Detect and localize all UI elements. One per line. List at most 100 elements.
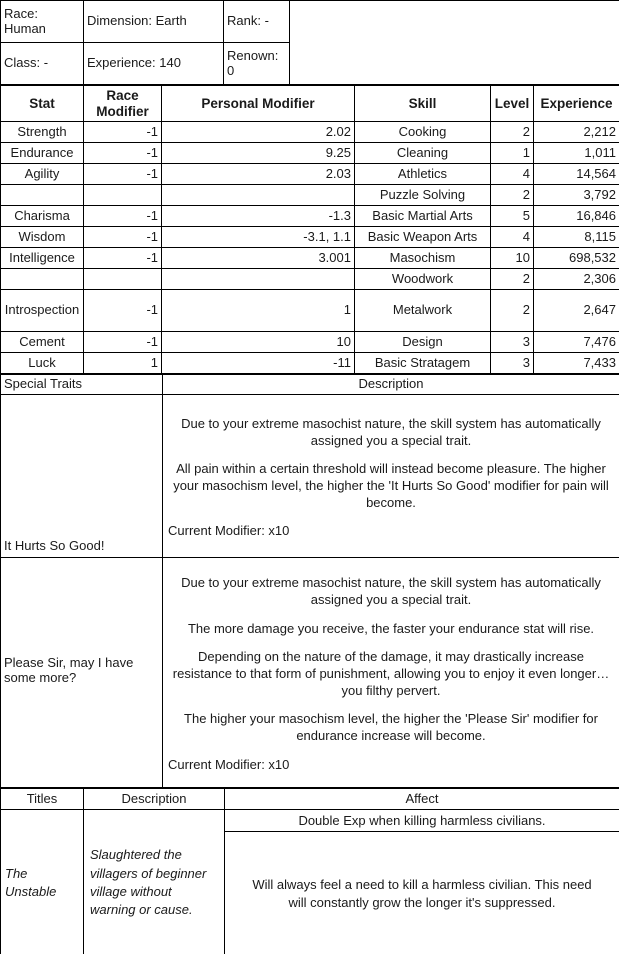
skill-experience-cell: 16,846 (533, 205, 619, 227)
skill-level-cell: 3 (490, 331, 534, 353)
race-modifier-cell (83, 184, 162, 206)
race-modifier-cell: -1 (83, 205, 162, 227)
header-race-modifier: Race Modifier (83, 85, 162, 122)
special-trait-row: It Hurts So Good! Due to your extreme ma… (0, 394, 619, 558)
title-description: Slaughtered the villagers of beginner vi… (83, 809, 225, 954)
stats-table-row: Agility -1 2.03 Athletics 4 14,564 (0, 163, 619, 185)
special-trait-description: Due to your extreme masochist nature, th… (162, 557, 619, 788)
personal-modifier-cell: 2.02 (161, 121, 355, 143)
header-titles-affect: Affect (224, 788, 619, 810)
experience-cell: Experience: 140 (83, 42, 224, 85)
stats-table-row: Cement -1 10 Design 3 7,476 (0, 331, 619, 353)
personal-modifier-cell: -1.3 (161, 205, 355, 227)
info-empty-cell (289, 0, 619, 85)
stats-table-row: Endurance -1 9.25 Cleaning 1 1,011 (0, 142, 619, 164)
titles-table: Titles Description Affect The Unstable S… (0, 788, 619, 954)
title-name: The Unstable (0, 809, 84, 954)
race-modifier-cell: -1 (83, 121, 162, 143)
trait-paragraph: The higher your masochism level, the hig… (184, 711, 598, 744)
trait-current-modifier: Current Modifier: x10 (168, 523, 290, 539)
skill-level-cell: 4 (490, 226, 534, 248)
skill-experience-cell: 7,476 (533, 331, 619, 353)
title-row: The Unstable Slaughtered the villagers o… (0, 809, 619, 954)
personal-modifier-cell: -3.1, 1.1 (161, 226, 355, 248)
skill-experience-cell: 3,792 (533, 184, 619, 206)
stats-table-body: Strength -1 2.02 Cooking 2 2,212 Endurance -1 9.… (0, 121, 619, 374)
stat-name-cell: Cement (0, 331, 84, 353)
special-traits-table: Special Traits Description It Hurts So G… (0, 374, 619, 788)
character-info-table: Race: Human Dimension: Earth Rank: - Cla… (0, 0, 619, 85)
race-modifier-cell (83, 268, 162, 290)
skill-name-cell: Puzzle Solving (354, 184, 491, 206)
stat-name-cell: Introspection (0, 289, 84, 332)
skill-name-cell: Design (354, 331, 491, 353)
header-titles-description: Description (83, 788, 225, 810)
special-trait-name: It Hurts So Good! (0, 394, 163, 558)
stats-table-row: Luck 1 -11 Basic Stratagem 3 7,433 (0, 352, 619, 374)
title-affect-secondary: Will always feel a need to kill a harmle… (224, 831, 619, 954)
stat-name-cell: Strength (0, 121, 84, 143)
race-modifier-cell: 1 (83, 352, 162, 374)
personal-modifier-cell: 10 (161, 331, 355, 353)
header-skill: Skill (354, 85, 491, 122)
skill-name-cell: Masochism (354, 247, 491, 269)
skill-experience-cell: 1,011 (533, 142, 619, 164)
skill-level-cell: 1 (490, 142, 534, 164)
stats-table-row: Charisma -1 -1.3 Basic Martial Arts 5 16,846 (0, 205, 619, 227)
header-titles: Titles (0, 788, 84, 810)
stats-header-row: Stat Race Modifier Personal Modifier Ski… (0, 85, 619, 122)
skill-name-cell: Basic Stratagem (354, 352, 491, 374)
stats-table-row: Strength -1 2.02 Cooking 2 2,212 (0, 121, 619, 143)
special-trait-description: Due to your extreme masochist nature, th… (162, 394, 619, 558)
stat-name-cell: Charisma (0, 205, 84, 227)
skill-experience-cell: 2,306 (533, 268, 619, 290)
race-modifier-cell: -1 (83, 142, 162, 164)
skill-name-cell: Cooking (354, 121, 491, 143)
stats-skills-table: Stat Race Modifier Personal Modifier Ski… (0, 85, 619, 374)
special-trait-name: Please Sir, may I have some more? (0, 557, 163, 788)
race-modifier-cell: -1 (83, 163, 162, 185)
skill-level-cell: 2 (490, 268, 534, 290)
stat-name-cell (0, 268, 84, 290)
dimension-cell: Dimension: Earth (83, 0, 224, 43)
race-modifier-cell: -1 (83, 226, 162, 248)
skill-experience-cell: 698,532 (533, 247, 619, 269)
title-affect-primary: Double Exp when killing harmless civilia… (224, 809, 619, 832)
skill-level-cell: 3 (490, 352, 534, 374)
trait-paragraph: Depending on the nature of the damage, i… (172, 648, 610, 699)
race-modifier-cell: -1 (83, 331, 162, 353)
rank-cell: Rank: - (223, 0, 290, 43)
stats-table-row: Intelligence -1 3.001 Masochism 10 698,532 (0, 247, 619, 269)
skill-level-cell: 2 (490, 121, 534, 143)
titles-header-row: Titles Description Affect (0, 788, 619, 810)
trait-paragraph: All pain within a certain threshold will… (173, 460, 609, 511)
race-modifier-cell: -1 (83, 289, 162, 332)
skill-name-cell: Metalwork (354, 289, 491, 332)
personal-modifier-cell: 2.03 (161, 163, 355, 185)
trait-paragraph: The more damage you receive, the faster … (187, 620, 595, 636)
personal-modifier-cell (161, 184, 355, 206)
info-row-top: Race: Human Dimension: Earth Rank: - (0, 0, 619, 85)
class-cell: Class: - (0, 42, 84, 85)
stat-name-cell: Agility (0, 163, 84, 185)
stat-name-cell: Endurance (0, 142, 84, 164)
header-personal-modifier: Personal Modifier (161, 85, 355, 122)
skill-name-cell: Basic Martial Arts (354, 205, 491, 227)
header-level: Level (490, 85, 534, 122)
header-special-traits: Special Traits (0, 374, 163, 395)
stats-table-row: Introspection -1 1 Metalwork 2 2,647 (0, 289, 619, 332)
skill-name-cell: Basic Weapon Arts (354, 226, 491, 248)
personal-modifier-cell: 1 (161, 289, 355, 332)
stats-table-row: Puzzle Solving 2 3,792 (0, 184, 619, 206)
special-traits-header-row: Special Traits Description (0, 374, 619, 395)
stats-table-row: Wisdom -1 -3.1, 1.1 Basic Weapon Arts 4 8,115 (0, 226, 619, 248)
trait-current-modifier: Current Modifier: x10 (168, 756, 290, 772)
skill-level-cell: 4 (490, 163, 534, 185)
personal-modifier-cell (161, 268, 355, 290)
skill-experience-cell: 7,433 (533, 352, 619, 374)
stats-table-row: Woodwork 2 2,306 (0, 268, 619, 290)
trait-paragraph: Due to your extreme masochist nature, th… (181, 415, 601, 448)
header-stat: Stat (0, 85, 84, 122)
race-cell: Race: Human (0, 0, 84, 43)
race-modifier-cell: -1 (83, 247, 162, 269)
